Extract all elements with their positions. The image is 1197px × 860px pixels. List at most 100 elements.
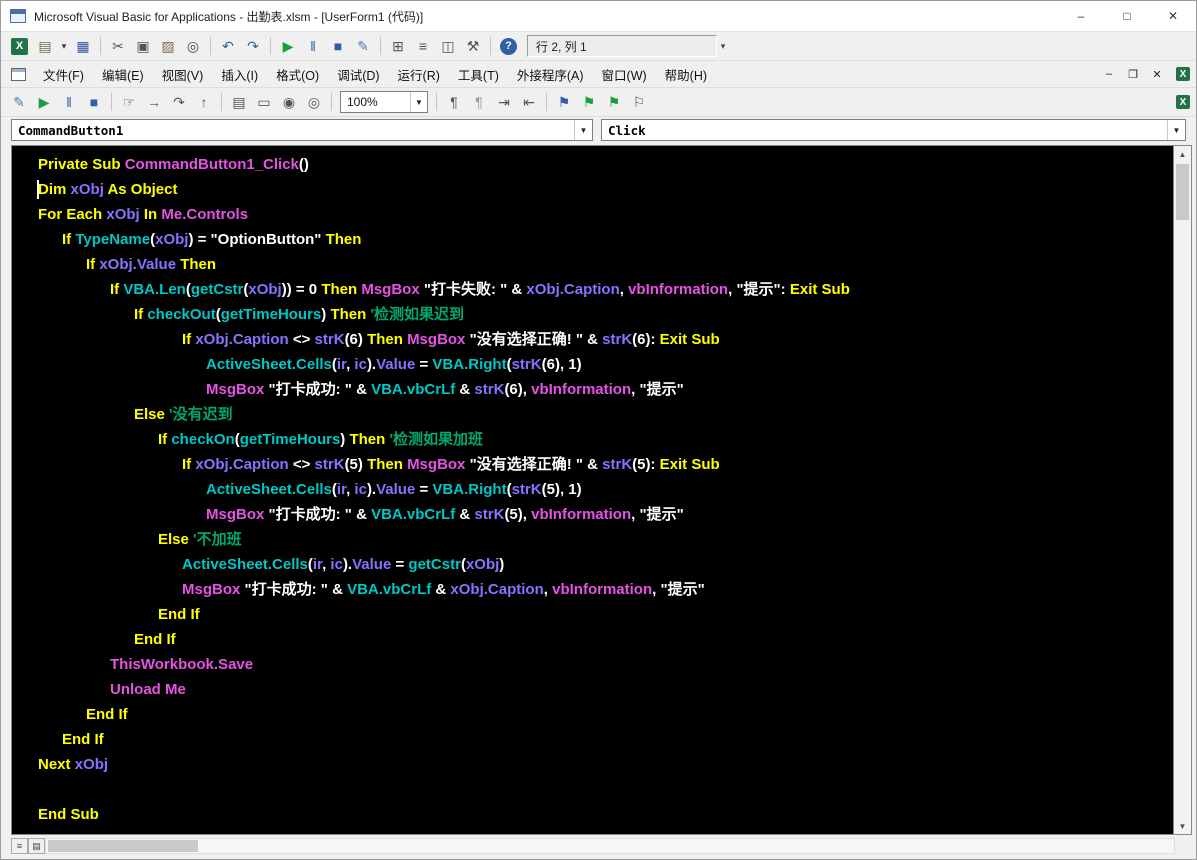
zoom-level-combo[interactable]: 100% ▼: [340, 91, 428, 113]
object-selector[interactable]: CommandButton1 ▼: [11, 119, 593, 141]
object-browser-icon[interactable]: ◫: [436, 35, 460, 57]
insert-userform-icon[interactable]: ▤: [33, 35, 57, 57]
minimize-button[interactable]: –: [1058, 1, 1104, 31]
quick-watch-icon[interactable]: ◎: [302, 91, 326, 113]
code-line[interactable]: If checkOn(getTimeHours) Then '检测如果加班: [38, 427, 1173, 452]
code-line[interactable]: Unload Me: [38, 677, 1173, 702]
vertical-scrollbar[interactable]: ▲ ▼: [1173, 146, 1191, 834]
code-line[interactable]: End If: [38, 702, 1173, 727]
menu-addins[interactable]: 外接程序(A): [508, 62, 593, 87]
design-mode-icon[interactable]: ✎: [7, 91, 31, 113]
code-line[interactable]: ThisWorkbook.Save: [38, 652, 1173, 677]
toolbox-icon[interactable]: ⚒: [461, 35, 485, 57]
code-line[interactable]: Private Sub CommandButton1_Click(): [38, 152, 1173, 177]
event-selector[interactable]: Click ▼: [601, 119, 1186, 141]
break-icon[interactable]: ‖: [301, 35, 325, 57]
reset-icon[interactable]: ■: [326, 35, 350, 57]
undo-icon[interactable]: ↶: [216, 35, 240, 57]
properties-window-icon[interactable]: ≡: [411, 35, 435, 57]
vertical-scrollbar-track[interactable]: [1174, 220, 1191, 818]
view-excel-icon[interactable]: X: [11, 38, 28, 55]
step-over-icon[interactable]: ↷: [167, 91, 191, 113]
code-line[interactable]: End If: [38, 602, 1173, 627]
menu-window[interactable]: 窗口(W): [593, 62, 656, 87]
insert-dropdown-icon[interactable]: ▾: [58, 35, 70, 57]
previous-bookmark-icon[interactable]: ⚑: [602, 91, 626, 113]
menu-file[interactable]: 文件(F): [34, 62, 93, 87]
vertical-scrollbar-thumb[interactable]: [1176, 164, 1189, 220]
code-line[interactable]: MsgBox "打卡成功: " & VBA.vbCrLf & xObj.Capt…: [38, 577, 1173, 602]
code-line[interactable]: ActiveSheet.Cells(ir, ic).Value = VBA.Ri…: [38, 477, 1173, 502]
code-line[interactable]: Else '不加班: [38, 527, 1173, 552]
code-line[interactable]: [38, 777, 1173, 802]
code-line[interactable]: If xObj.Caption <> strK(6) Then MsgBox "…: [38, 327, 1173, 352]
code-line[interactable]: If xObj.Value Then: [38, 252, 1173, 277]
code-line[interactable]: End If: [38, 627, 1173, 652]
excel-mini-icon[interactable]: X: [1176, 95, 1190, 109]
menu-insert[interactable]: 插入(I): [212, 62, 267, 87]
immediate-window-icon[interactable]: ▭: [252, 91, 276, 113]
indent-icon[interactable]: ⇥: [492, 91, 516, 113]
watch-window-icon[interactable]: ◉: [277, 91, 301, 113]
scroll-up-icon[interactable]: ▲: [1174, 146, 1191, 162]
comment-block-icon[interactable]: ¶: [442, 91, 466, 113]
code-line[interactable]: If TypeName(xObj) = "OptionButton" Then: [38, 227, 1173, 252]
find-icon[interactable]: ◎: [181, 35, 205, 57]
toolbar-overflow-icon[interactable]: ▾: [717, 35, 729, 57]
save-icon[interactable]: ▦: [71, 35, 95, 57]
code-line[interactable]: Else '没有迟到: [38, 402, 1173, 427]
step-out-icon[interactable]: ↑: [192, 91, 216, 113]
toggle-bookmark-icon[interactable]: ⚑: [552, 91, 576, 113]
full-module-view-button[interactable]: ▤: [28, 838, 45, 854]
child-restore-button[interactable]: ❐: [1122, 64, 1144, 84]
menu-view[interactable]: 视图(V): [153, 62, 213, 87]
uncomment-block-icon[interactable]: ¶: [467, 91, 491, 113]
next-bookmark-icon[interactable]: ⚑: [577, 91, 601, 113]
procedure-view-button[interactable]: ≡: [11, 838, 28, 854]
title-bar[interactable]: Microsoft Visual Basic for Applications …: [1, 1, 1196, 32]
horizontal-scrollbar-thumb[interactable]: [48, 840, 198, 852]
paste-icon[interactable]: ▨: [156, 35, 180, 57]
child-window-icon[interactable]: [11, 68, 26, 81]
redo-icon[interactable]: ↷: [241, 35, 265, 57]
step-into-icon[interactable]: →: [142, 91, 166, 113]
code-line[interactable]: If xObj.Caption <> strK(5) Then MsgBox "…: [38, 452, 1173, 477]
menu-edit[interactable]: 编辑(E): [93, 62, 153, 87]
run-icon[interactable]: ▶: [32, 91, 56, 113]
cut-icon[interactable]: ✂: [106, 35, 130, 57]
code-editor[interactable]: Private Sub CommandButton1_Click()Dim xO…: [12, 146, 1173, 834]
code-line[interactable]: ActiveSheet.Cells(ir, ic).Value = getCst…: [38, 552, 1173, 577]
code-line[interactable]: If VBA.Len(getCstr(xObj)) = 0 Then MsgBo…: [38, 277, 1173, 302]
code-line[interactable]: If checkOut(getTimeHours) Then '检测如果迟到: [38, 302, 1173, 327]
close-button[interactable]: ✕: [1150, 1, 1196, 31]
maximize-button[interactable]: □: [1104, 1, 1150, 31]
run-icon[interactable]: ▶: [276, 35, 300, 57]
zoom-dropdown-icon[interactable]: ▼: [410, 92, 427, 112]
break-icon[interactable]: ‖: [57, 91, 81, 113]
code-line[interactable]: MsgBox "打卡成功: " & VBA.vbCrLf & strK(5), …: [38, 502, 1173, 527]
project-explorer-icon[interactable]: ⊞: [386, 35, 410, 57]
locals-window-icon[interactable]: ▤: [227, 91, 251, 113]
scroll-down-icon[interactable]: ▼: [1174, 818, 1191, 834]
help-icon[interactable]: ?: [500, 38, 517, 55]
menu-format[interactable]: 格式(O): [267, 62, 328, 87]
toggle-breakpoint-icon[interactable]: ☞: [117, 91, 141, 113]
event-dropdown-icon[interactable]: ▼: [1167, 120, 1185, 140]
menu-help[interactable]: 帮助(H): [656, 62, 716, 87]
code-line[interactable]: MsgBox "打卡成功: " & VBA.vbCrLf & strK(6), …: [38, 377, 1173, 402]
child-close-button[interactable]: ✕: [1146, 64, 1168, 84]
code-line[interactable]: Dim xObj As Object: [38, 177, 1173, 202]
code-line[interactable]: Next xObj: [38, 752, 1173, 777]
menu-tools[interactable]: 工具(T): [449, 62, 508, 87]
menu-debug[interactable]: 调试(D): [328, 62, 388, 87]
object-dropdown-icon[interactable]: ▼: [574, 120, 592, 140]
outdent-icon[interactable]: ⇤: [517, 91, 541, 113]
code-line[interactable]: End Sub: [38, 802, 1173, 827]
reset-icon[interactable]: ■: [82, 91, 106, 113]
horizontal-scrollbar[interactable]: [45, 838, 1175, 854]
menu-run[interactable]: 运行(R): [389, 62, 449, 87]
code-line[interactable]: For Each xObj In Me.Controls: [38, 202, 1173, 227]
excel-mini-icon[interactable]: X: [1176, 67, 1190, 81]
child-minimize-button[interactable]: –: [1098, 64, 1120, 84]
code-line[interactable]: End If: [38, 727, 1173, 752]
